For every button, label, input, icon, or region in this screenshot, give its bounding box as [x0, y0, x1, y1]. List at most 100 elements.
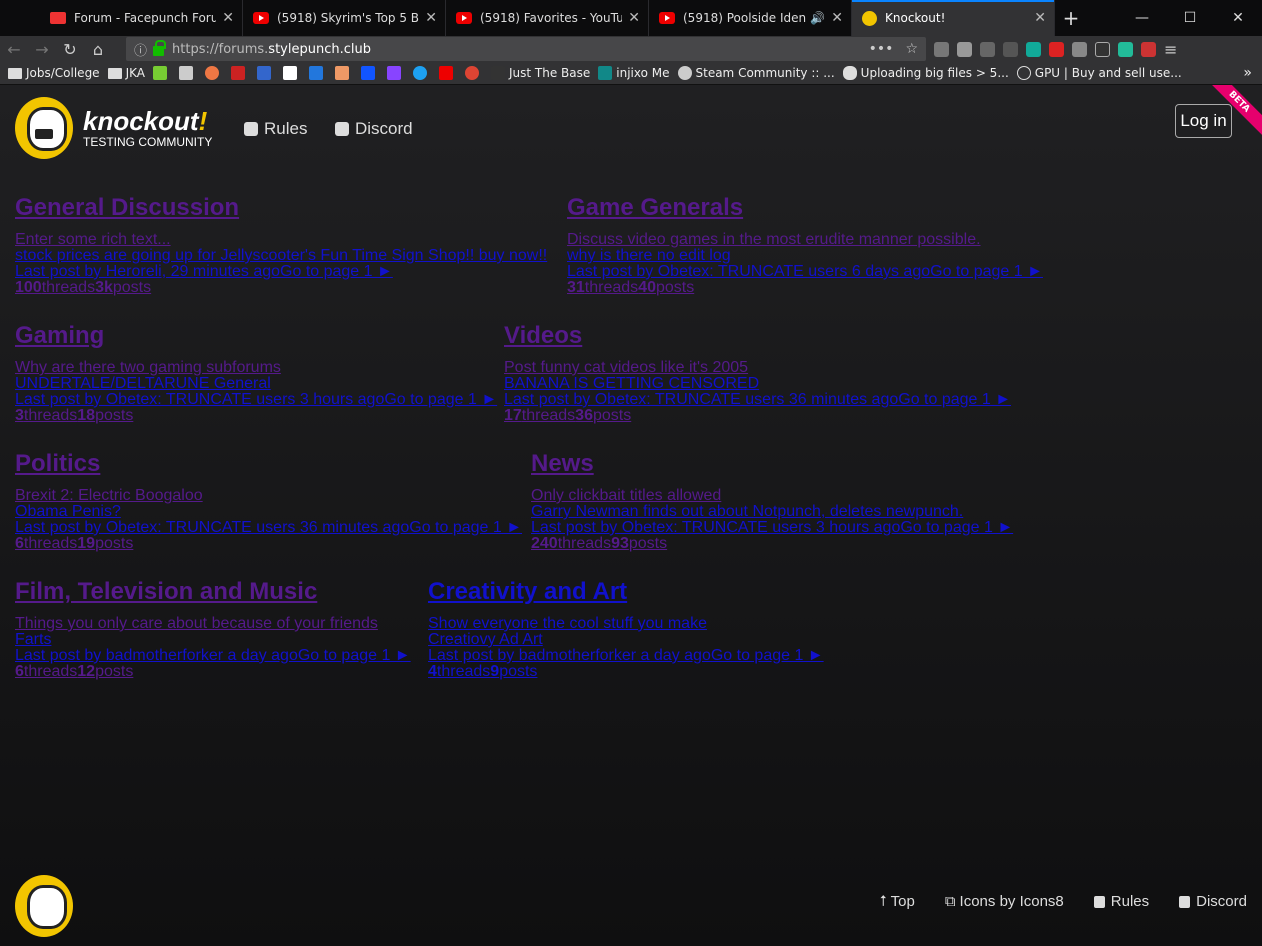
close-icon[interactable]: ✕ — [831, 10, 843, 26]
extension-icon[interactable] — [1072, 41, 1087, 57]
bookmark-icon-only[interactable] — [386, 66, 405, 80]
last-post-link[interactable]: Last post by Obetex: TRUNCATE users 36 m… — [504, 392, 1011, 408]
tab-youtube-favorites[interactable]: (5918) Favorites - YouTube ✕ — [446, 0, 649, 36]
subforum-stats[interactable]: 4threads9posts — [428, 664, 824, 680]
last-post-link[interactable]: Last post by Obetex: TRUNCATE users 3 ho… — [15, 392, 497, 408]
url-bar[interactable]: ⓘ https://forums. stylepunch.club ••• ☆ — [126, 37, 926, 61]
bookmark-uploading[interactable]: Uploading big files > 5... — [842, 66, 1009, 80]
bookmark-just-the-base[interactable]: Just The Base — [490, 66, 590, 80]
close-icon[interactable]: ✕ — [628, 10, 640, 26]
subforum-description[interactable]: Enter some rich text... — [15, 232, 547, 248]
tab-knockout[interactable]: Knockout! ✕ — [852, 0, 1055, 36]
reload-icon[interactable]: ↻ — [56, 36, 84, 62]
last-post-link[interactable]: Last post by badmotherforker a day agoGo… — [428, 648, 824, 664]
last-post-link[interactable]: Last post by Heroreli, 29 minutes agoGo … — [15, 264, 547, 280]
subforum-title[interactable]: News — [531, 449, 1013, 479]
footer-icons8-link[interactable]: ⧉ Icons by Icons8 — [945, 893, 1064, 910]
subforum-description[interactable]: Discuss video games in the most erudite … — [567, 232, 1043, 248]
subforum-description[interactable]: Show everyone the cool stuff you make — [428, 616, 824, 632]
close-icon[interactable]: ✕ — [425, 10, 437, 26]
bookmark-star-icon[interactable]: ☆ — [905, 41, 918, 57]
subforum-stats[interactable]: 17threads36posts — [504, 408, 1011, 424]
brand[interactable]: knockout! TESTING COMMUNITY — [83, 108, 212, 148]
bookmark-icon-only[interactable] — [334, 66, 353, 80]
bookmark-icon-only[interactable] — [282, 66, 301, 80]
bookmark-icon-only[interactable] — [178, 66, 197, 80]
close-icon[interactable]: ✕ — [222, 10, 234, 26]
subforum-stats[interactable]: 3threads18posts — [15, 408, 497, 424]
subforum-title[interactable]: General Discussion — [15, 193, 547, 223]
subforum-description[interactable]: Post funny cat videos like it's 2005 — [504, 360, 1011, 376]
latest-thread-link[interactable]: Creatiovy Ad Art — [428, 632, 824, 648]
tab-youtube-skyrim[interactable]: (5918) Skyrim's Top 5 Best Fo ✕ — [243, 0, 446, 36]
bookmark-icon-only[interactable] — [412, 66, 431, 80]
subforum-description[interactable]: Why are there two gaming subforums — [15, 360, 497, 376]
subforum-description[interactable]: Things you only care about because of yo… — [15, 616, 411, 632]
subforum-title[interactable]: Film, Television and Music — [15, 577, 411, 607]
subforum-description[interactable]: Only clickbait titles allowed — [531, 488, 1013, 504]
extension-icon[interactable] — [1141, 41, 1156, 57]
latest-thread-link[interactable]: stock prices are going up for Jellyscoot… — [15, 248, 547, 264]
new-tab-button[interactable]: + — [1055, 0, 1087, 36]
last-post-link[interactable]: Last post by Obetex: TRUNCATE users 36 m… — [15, 520, 522, 536]
speaker-icon[interactable]: 🔊 — [810, 11, 825, 25]
subforum-title[interactable]: Videos — [504, 321, 1011, 351]
bookmark-icon-only[interactable] — [230, 66, 249, 80]
subforum-title[interactable]: Creativity and Art — [428, 577, 824, 607]
bookmark-icon-only[interactable] — [464, 66, 483, 80]
bookmark-icon-only[interactable] — [438, 66, 457, 80]
home-icon[interactable]: ⌂ — [84, 36, 112, 62]
nav-discord[interactable]: Discord — [335, 119, 413, 139]
last-post-link[interactable]: Last post by Obetex: TRUNCATE users 6 da… — [567, 264, 1043, 280]
subforum-title[interactable]: Gaming — [15, 321, 497, 351]
subforum-stats[interactable]: 100threads3kposts — [15, 280, 547, 296]
last-post-link[interactable]: Last post by badmotherforker a day agoGo… — [15, 648, 411, 664]
subforum-title[interactable]: Politics — [15, 449, 522, 479]
subforum-stats[interactable]: 6threads19posts — [15, 536, 522, 552]
bookmark-icon-only[interactable] — [360, 66, 379, 80]
back-arrow-icon[interactable]: ← — [0, 36, 28, 62]
subforum-stats[interactable]: 240threads93posts — [531, 536, 1013, 552]
login-button[interactable]: Log in — [1175, 104, 1232, 138]
bookmark-icon-only[interactable] — [256, 66, 275, 80]
minimize-icon[interactable]: — — [1118, 0, 1166, 36]
lock-extension-icon[interactable] — [1049, 41, 1064, 57]
library-icon[interactable] — [934, 41, 949, 57]
music-icon[interactable] — [1118, 41, 1133, 57]
latest-thread-link[interactable]: BANANA IS GETTING CENSORED — [504, 376, 1011, 392]
bookmark-icon-only[interactable] — [152, 66, 171, 80]
info-icon[interactable]: ⓘ — [134, 40, 147, 59]
bookmark-icon-only[interactable] — [308, 66, 327, 80]
menu-icon[interactable]: ≡ — [1164, 40, 1177, 59]
bookmark-gpu[interactable]: GPU | Buy and sell use... — [1016, 66, 1182, 80]
latest-thread-link[interactable]: Obama Penis? — [15, 504, 522, 520]
mail-icon[interactable] — [957, 41, 972, 57]
extension-icon[interactable] — [980, 41, 995, 57]
close-window-icon[interactable]: ✕ — [1214, 0, 1262, 36]
subforum-stats[interactable]: 31threads40posts — [567, 280, 1043, 296]
subforum-title[interactable]: Game Generals — [567, 193, 1043, 223]
footer-rules-link[interactable]: Rules — [1093, 893, 1149, 910]
bookmarks-overflow-icon[interactable]: » — [1243, 65, 1252, 81]
shield-icon[interactable] — [1095, 41, 1110, 57]
page-actions-icon[interactable]: ••• — [869, 41, 894, 57]
stylus-icon[interactable] — [1026, 41, 1041, 57]
forward-arrow-icon[interactable]: → — [28, 36, 56, 62]
latest-thread-link[interactable]: Farts — [15, 632, 411, 648]
footer-discord-link[interactable]: Discord — [1179, 893, 1247, 910]
close-icon[interactable]: ✕ — [1034, 10, 1046, 26]
last-post-link[interactable]: Last post by Obetex: TRUNCATE users 3 ho… — [531, 520, 1013, 536]
tab-youtube-poolside[interactable]: (5918) Poolside Identity 🔊 ✕ — [649, 0, 852, 36]
bookmark-folder-jobs[interactable]: Jobs/College — [8, 66, 100, 80]
footer-top-link[interactable]: ⭡ Top — [880, 893, 915, 910]
subforum-stats[interactable]: 6threads12posts — [15, 664, 411, 680]
nav-rules[interactable]: Rules — [244, 119, 307, 139]
latest-thread-link[interactable]: why is there no edit log — [567, 248, 1043, 264]
subforum-description[interactable]: Brexit 2: Electric Boogaloo — [15, 488, 522, 504]
bookmark-injixo[interactable]: injixo Me — [598, 66, 670, 80]
footer-logo-icon[interactable] — [15, 875, 73, 937]
bookmark-folder-jka[interactable]: JKA — [107, 66, 145, 80]
bookmark-steam[interactable]: Steam Community :: ... — [677, 66, 835, 80]
ublock-icon[interactable] — [1003, 41, 1018, 57]
knockout-logo-icon[interactable] — [15, 97, 73, 159]
